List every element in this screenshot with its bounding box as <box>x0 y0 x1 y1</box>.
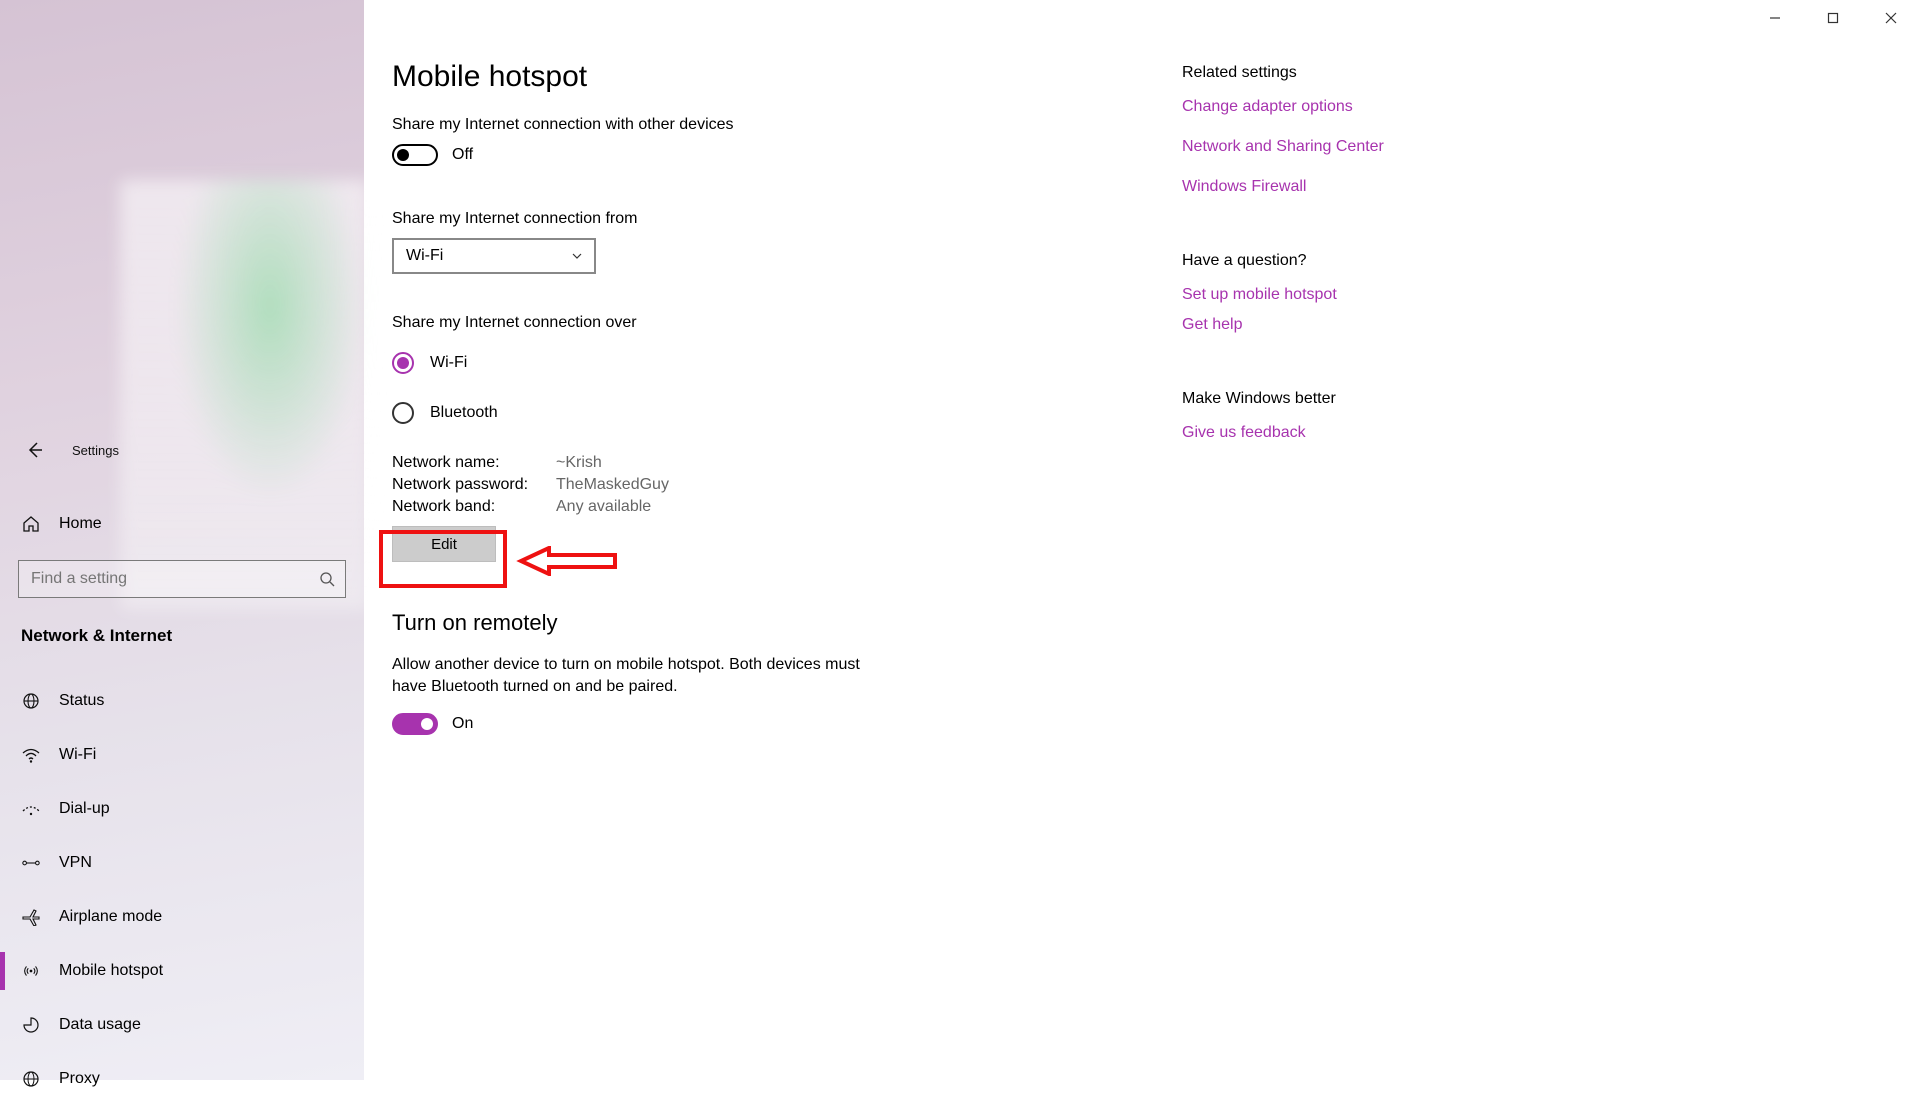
question-title: Have a question? <box>1182 252 1562 270</box>
network-password-label: Network password: <box>392 476 556 494</box>
sidebar-item-label: Wi-Fi <box>59 746 96 764</box>
window-controls <box>1746 0 1920 36</box>
vpn-icon <box>21 853 41 873</box>
home-icon <box>21 514 41 534</box>
radio-label: Bluetooth <box>430 404 498 422</box>
sidebar-item-label: Data usage <box>59 1016 141 1034</box>
share-from-value: Wi-Fi <box>406 247 443 265</box>
sidebar-item-status[interactable]: Status <box>0 674 364 728</box>
link-network-sharing[interactable]: Network and Sharing Center <box>1182 138 1562 156</box>
airplane-icon <box>21 907 41 927</box>
sidebar-item-label: Status <box>59 692 104 710</box>
network-password-value: TheMaskedGuy <box>556 476 669 494</box>
edit-button[interactable]: Edit <box>392 526 496 562</box>
link-setup-hotspot[interactable]: Set up mobile hotspot <box>1182 286 1562 304</box>
data-usage-icon <box>21 1015 41 1035</box>
sidebar-item-mobile-hotspot[interactable]: Mobile hotspot <box>0 944 364 998</box>
link-get-help[interactable]: Get help <box>1182 316 1562 334</box>
remote-section-desc: Allow another device to turn on mobile h… <box>392 654 862 699</box>
radio-bluetooth[interactable]: Bluetooth <box>392 402 1132 424</box>
chevron-down-icon <box>570 249 584 263</box>
main-content: Mobile hotspot Share my Internet connect… <box>364 0 1920 1080</box>
sidebar-section-title: Network & Internet <box>0 598 364 646</box>
minimize-button[interactable] <box>1746 0 1804 36</box>
home-label: Home <box>59 515 102 533</box>
sidebar-item-label: Airplane mode <box>59 908 162 926</box>
make-windows-better-title: Make Windows better <box>1182 390 1562 408</box>
network-name-value: ~Krish <box>556 454 602 472</box>
edit-button-label: Edit <box>431 536 457 553</box>
sidebar-item-home[interactable]: Home <box>0 498 364 550</box>
maximize-button[interactable] <box>1804 0 1862 36</box>
sidebar-item-wifi[interactable]: Wi-Fi <box>0 728 364 782</box>
sidebar-item-airplane[interactable]: Airplane mode <box>0 890 364 944</box>
right-rail: Related settings Change adapter options … <box>1182 60 1562 1080</box>
sidebar-item-label: VPN <box>59 854 92 872</box>
radio-icon <box>392 402 414 424</box>
network-band-value: Any available <box>556 498 651 516</box>
link-feedback[interactable]: Give us feedback <box>1182 424 1562 442</box>
search-icon <box>319 571 335 587</box>
back-button[interactable] <box>18 433 52 467</box>
share-toggle-title: Share my Internet connection with other … <box>392 116 1132 134</box>
sidebar-item-label: Proxy <box>59 1070 100 1088</box>
search-input[interactable] <box>18 560 346 598</box>
remote-toggle[interactable] <box>392 713 438 735</box>
sidebar-item-data-usage[interactable]: Data usage <box>0 998 364 1052</box>
network-name-label: Network name: <box>392 454 556 472</box>
link-change-adapter[interactable]: Change adapter options <box>1182 98 1562 116</box>
sidebar-item-proxy[interactable]: Proxy <box>0 1052 364 1106</box>
share-from-dropdown[interactable]: Wi-Fi <box>392 238 596 274</box>
share-from-title: Share my Internet connection from <box>392 210 1132 228</box>
share-over-title: Share my Internet connection over <box>392 314 1132 332</box>
sidebar: Settings Home Network & Internet Sta <box>0 0 364 1080</box>
sidebar-item-label: Dial-up <box>59 800 110 818</box>
radio-icon <box>392 352 414 374</box>
link-windows-firewall[interactable]: Windows Firewall <box>1182 178 1562 196</box>
radio-label: Wi-Fi <box>430 354 467 372</box>
related-settings-title: Related settings <box>1182 64 1562 82</box>
remote-section-title: Turn on remotely <box>392 610 1132 636</box>
proxy-icon <box>21 1069 41 1089</box>
sidebar-item-vpn[interactable]: VPN <box>0 836 364 890</box>
share-toggle-state: Off <box>452 146 473 164</box>
app-title: Settings <box>72 443 119 458</box>
wifi-icon <box>21 745 41 765</box>
page-title: Mobile hotspot <box>392 60 1132 94</box>
remote-toggle-state: On <box>452 715 473 733</box>
share-toggle[interactable] <box>392 144 438 166</box>
close-button[interactable] <box>1862 0 1920 36</box>
hotspot-icon <box>21 961 41 981</box>
sidebar-item-label: Mobile hotspot <box>59 962 163 980</box>
dialup-icon <box>21 799 41 819</box>
sidebar-item-dialup[interactable]: Dial-up <box>0 782 364 836</box>
globe-icon <box>21 691 41 711</box>
search-input-field[interactable] <box>31 570 319 588</box>
network-band-label: Network band: <box>392 498 556 516</box>
radio-wifi[interactable]: Wi-Fi <box>392 352 1132 374</box>
sidebar-nav: Status Wi-Fi Dial-up VPN <box>0 674 364 1106</box>
